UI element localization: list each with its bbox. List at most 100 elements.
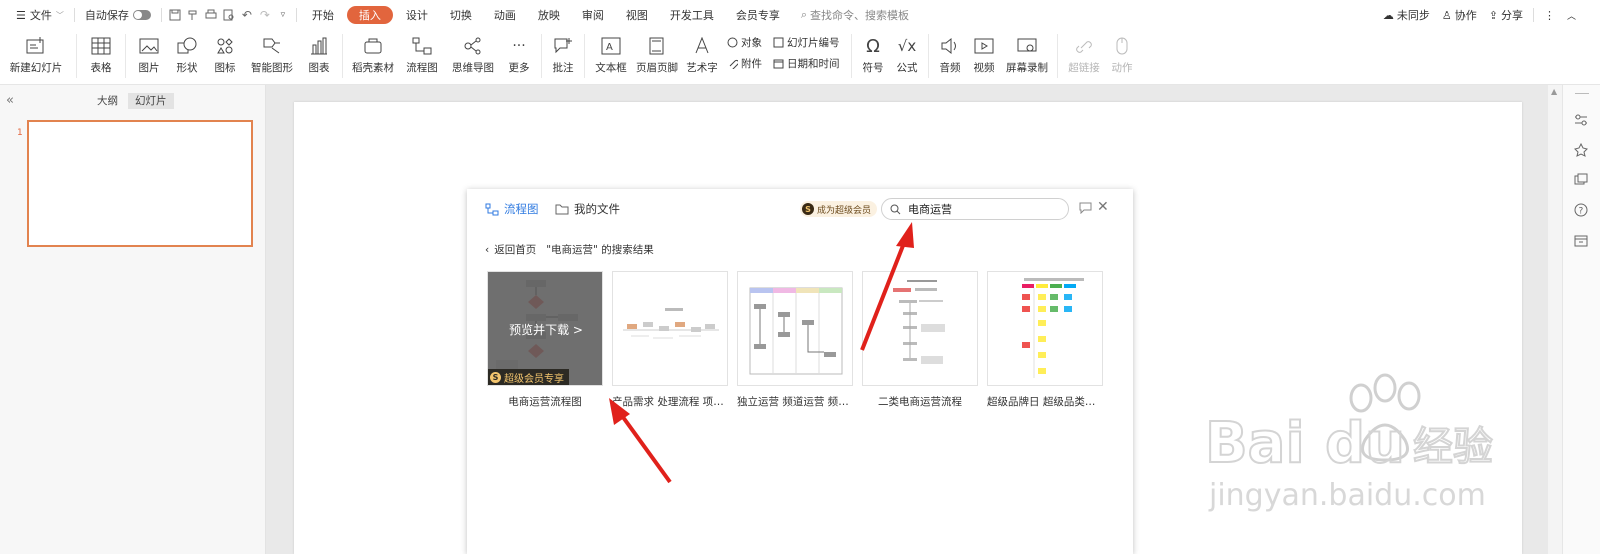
search-icon: ⌕ <box>800 8 808 21</box>
tab-developer[interactable]: 开发工具 <box>659 0 725 30</box>
user-icon: ♙ <box>1441 8 1452 22</box>
redo-icon[interactable]: ↷ <box>256 6 274 24</box>
feedback-icon[interactable] <box>1079 201 1092 217</box>
screen-record-button[interactable]: 屏幕录制 <box>1001 30 1053 80</box>
chevron-down-icon: ﹀ <box>55 10 64 20</box>
textbox-button[interactable]: A 文本框 <box>589 30 633 80</box>
result-card[interactable]: 二类电商运营流程 <box>862 271 978 409</box>
attachment-button[interactable]: 附件 <box>727 56 773 71</box>
autosave-toggle[interactable]: 自动保存 <box>79 0 157 30</box>
tab-transition[interactable]: 切换 <box>439 0 483 30</box>
new-slide-button[interactable]: 新建幻灯片 <box>0 30 72 80</box>
result-thumbnail[interactable]: 预览并下载 > S 超级会员专享 <box>487 271 603 386</box>
slide-thumbnail[interactable] <box>27 120 253 247</box>
tab-animation[interactable]: 动画 <box>483 0 527 30</box>
result-thumbnail[interactable] <box>612 271 728 386</box>
wordart-button[interactable]: 艺术字 <box>681 30 723 80</box>
collab-button[interactable]: ♙ 协作 <box>1436 0 1483 30</box>
settings-sliders-icon[interactable] <box>1572 111 1590 129</box>
flowchart-preview-image <box>893 280 945 364</box>
tab-member[interactable]: 会员专享 <box>725 0 791 30</box>
result-title[interactable]: 二类电商运营流程 <box>862 394 978 409</box>
save-icon[interactable] <box>166 6 184 24</box>
cloud-icon: ☁ <box>1382 8 1394 22</box>
undo-icon[interactable]: ↶ <box>238 6 256 24</box>
divider <box>342 34 343 78</box>
quick-access-more-icon[interactable]: ▿ <box>274 6 292 24</box>
collapse-ribbon-icon[interactable]: ︿ <box>1561 0 1582 30</box>
more-insert-button[interactable]: ··· 更多 <box>501 30 537 80</box>
result-title[interactable]: 独立运营 频道运营 频道... <box>737 394 853 409</box>
table-button[interactable]: 表格 <box>81 30 121 80</box>
shape-button[interactable]: 形状 <box>168 30 206 80</box>
tab-slides[interactable]: 幻灯片 <box>128 93 174 109</box>
divider <box>1532 8 1534 22</box>
smart-art-icon <box>260 34 284 58</box>
symbol-button[interactable]: Ω 符号 <box>856 30 890 80</box>
result-title[interactable]: 电商运营流程图 <box>487 394 603 409</box>
result-thumbnail[interactable] <box>862 271 978 386</box>
tab-slideshow[interactable]: 放映 <box>527 0 571 30</box>
result-card[interactable]: 独立运营 频道运营 频道... <box>737 271 853 409</box>
audio-button[interactable]: 音频 <box>933 30 967 80</box>
divider <box>125 34 126 78</box>
tab-review[interactable]: 审阅 <box>571 0 615 30</box>
tab-design[interactable]: 设计 <box>395 0 439 30</box>
breadcrumb: ‹ 返回首页 "电商运营" 的搜索结果 <box>485 242 654 257</box>
video-icon <box>972 34 996 58</box>
animation-star-icon[interactable] <box>1572 141 1590 159</box>
scroll-up-icon[interactable]: ▲ <box>1551 87 1557 96</box>
print-preview-icon[interactable] <box>220 6 238 24</box>
result-card[interactable]: 预览并下载 > S 超级会员专享 电商运营流程图 <box>487 271 603 409</box>
icon-button[interactable]: 图标 <box>206 30 244 80</box>
chart-button[interactable]: 图表 <box>300 30 338 80</box>
tab-insert[interactable]: 插入 <box>346 6 393 24</box>
inbox-icon[interactable] <box>1572 231 1590 249</box>
print-icon[interactable] <box>202 6 220 24</box>
result-title[interactable]: 产品需求 处理流程 项目... <box>612 394 728 409</box>
dialog-tab-myfiles[interactable]: 我的文件 <box>555 201 620 217</box>
vip-exclusive-tag: S 超级会员专享 <box>488 369 569 385</box>
result-card[interactable]: 超级品牌日 超级品类日 ... <box>987 271 1103 409</box>
picture-button[interactable]: 图片 <box>130 30 168 80</box>
mindmap-button[interactable]: 思维导图 <box>445 30 501 80</box>
tab-start[interactable]: 开始 <box>301 0 345 30</box>
sync-status[interactable]: ☁ 未同步 <box>1377 0 1436 30</box>
result-thumbnail[interactable] <box>987 271 1103 386</box>
format-painter-icon[interactable] <box>184 6 202 24</box>
vip-s-icon: S <box>490 371 501 383</box>
date-time-button[interactable]: 日期和时间 <box>773 56 847 71</box>
action-button[interactable]: 动作 <box>1106 30 1138 80</box>
dialog-tab-flowchart[interactable]: 流程图 <box>485 201 539 217</box>
more-options-icon[interactable]: ⋮ <box>1538 0 1561 30</box>
formula-button[interactable]: √x 公式 <box>890 30 924 80</box>
close-icon[interactable]: ✕ <box>1097 199 1109 215</box>
result-thumbnail[interactable] <box>737 271 853 386</box>
command-search[interactable]: ⌕ 查找命令、搜索模板 <box>801 7 909 23</box>
back-home-link[interactable]: ‹ 返回首页 <box>485 242 536 257</box>
smart-art-button[interactable]: 智能图形 <box>244 30 300 80</box>
hyperlink-button[interactable]: 超链接 <box>1062 30 1106 80</box>
become-vip-badge[interactable]: S 成为超级会员 <box>800 201 878 217</box>
tab-outline[interactable]: 大纲 <box>90 93 125 109</box>
transition-icon[interactable] <box>1572 171 1590 189</box>
slide-number-button[interactable]: 幻灯片编号 <box>773 35 847 50</box>
collapse-panel-icon[interactable]: « <box>6 93 14 108</box>
tab-view[interactable]: 视图 <box>615 0 659 30</box>
video-button[interactable]: 视频 <box>967 30 1001 80</box>
comment-button[interactable]: 批注 <box>546 30 580 80</box>
file-menu[interactable]: ☰ 文件 ﹀ <box>10 0 70 30</box>
help-icon[interactable]: ? <box>1572 201 1590 219</box>
template-search-box[interactable] <box>881 198 1069 220</box>
result-title[interactable]: 超级品牌日 超级品类日 ... <box>987 394 1103 409</box>
docer-material-button[interactable]: 稻壳素材 <box>347 30 399 80</box>
header-footer-button[interactable]: 页眉页脚 <box>633 30 681 80</box>
share-button[interactable]: ⇪ 分享 <box>1483 0 1529 30</box>
template-search-input[interactable] <box>906 201 1060 217</box>
object-button[interactable]: 对象 <box>727 35 773 50</box>
flowchart-dialog: 流程图 我的文件 S 成为超级会员 ✕ ‹ 返回首页 "电商运营" 的搜索结果 <box>467 189 1133 554</box>
new-slide-icon <box>24 34 48 58</box>
flowchart-button[interactable]: 流程图 <box>399 30 445 80</box>
result-card[interactable]: 产品需求 处理流程 项目... <box>612 271 728 409</box>
vertical-scrollbar[interactable]: ▲ <box>1548 85 1562 554</box>
